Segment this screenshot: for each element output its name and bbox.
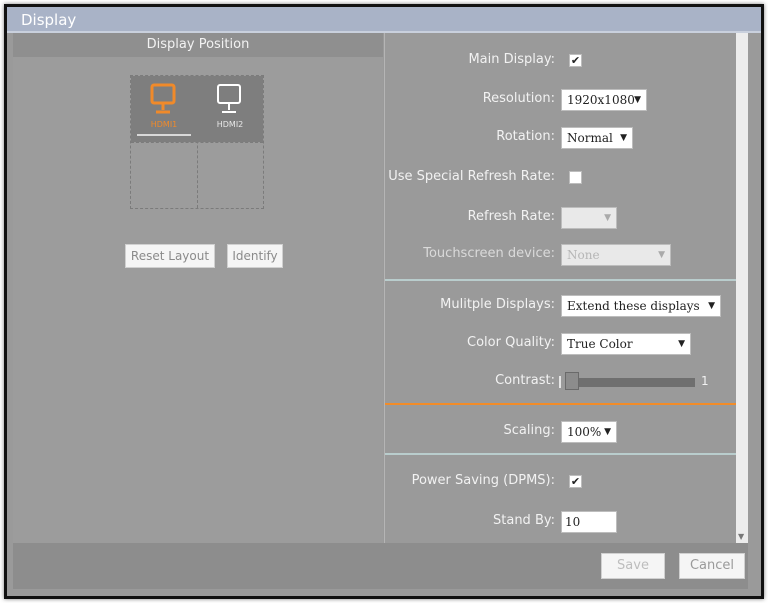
special-refresh-label: Use Special Refresh Rate: [388, 169, 555, 184]
main-display-label: Main Display: [468, 52, 555, 67]
chevron-down-icon: ▼ [708, 301, 715, 311]
touchscreen-label: Touchscreen device: [423, 246, 555, 261]
chevron-down-icon: ▼ [678, 339, 685, 349]
main-display-checkbox[interactable]: ✔ [569, 54, 582, 67]
stand-by-input[interactable]: 10 [561, 511, 617, 533]
main-display-row: Main Display: ✔ [385, 49, 737, 73]
resolution-label: Resolution: [482, 91, 555, 106]
settings-scrollbar[interactable]: ▼ [736, 33, 748, 543]
rotation-row: Rotation: Normal ▼ [385, 126, 737, 150]
multiple-displays-value: Extend these displays [567, 299, 700, 313]
power-saving-row: Power Saving (DPMS): ✔ [385, 470, 737, 494]
display-position-header: Display Position [13, 33, 383, 57]
display-layout-grid: HDMI1 HDMI2 [130, 75, 264, 209]
monitor-label: HDMI2 [216, 120, 244, 129]
rotation-select[interactable]: Normal ▼ [561, 127, 633, 149]
resolution-row: Resolution: 1920x1080 ▼ [385, 88, 737, 112]
monitor-hdmi1[interactable]: HDMI1 [131, 76, 197, 142]
refresh-rate-select[interactable]: ▼ [561, 207, 617, 229]
multiple-displays-select[interactable]: Extend these displays ▼ [561, 295, 721, 317]
display-settings-panel: Main Display: ✔ Resolution: 1920x1080 ▼ … [384, 33, 737, 543]
touchscreen-value: None [567, 248, 600, 262]
identify-button[interactable]: Identify [227, 244, 283, 268]
stand-by-row: Stand By: 10 [385, 510, 737, 534]
color-quality-row: Color Quality: True Color ▼ [385, 332, 737, 356]
special-refresh-row: Use Special Refresh Rate: [385, 166, 737, 190]
window-title: Display [7, 7, 761, 33]
contrast-slider-handle[interactable] [565, 372, 579, 390]
scaling-label: Scaling: [503, 423, 555, 438]
multiple-displays-label: Mulitple Displays: [440, 297, 555, 312]
scroll-down-icon[interactable]: ▼ [738, 532, 744, 541]
reset-layout-button[interactable]: Reset Layout [125, 244, 215, 268]
scaling-row: Scaling: 100% ▼ [385, 420, 737, 444]
color-quality-value: True Color [567, 337, 633, 351]
chevron-down-icon: ▼ [604, 427, 611, 437]
power-saving-checkbox[interactable]: ✔ [569, 475, 582, 488]
rotation-value: Normal [567, 131, 613, 145]
selected-indicator [137, 134, 191, 136]
contrast-max-label: 1 [701, 374, 709, 388]
touchscreen-select[interactable]: None ▼ [561, 244, 671, 266]
power-saving-label: Power Saving (DPMS): [411, 473, 555, 488]
scaling-select[interactable]: 100% ▼ [561, 421, 617, 443]
refresh-rate-label: Refresh Rate: [467, 209, 555, 224]
resolution-select[interactable]: 1920x1080 ▼ [561, 89, 647, 111]
multiple-displays-row: Mulitple Displays: Extend these displays… [385, 294, 737, 318]
contrast-slider-track[interactable] [565, 378, 695, 387]
display-dialog: Display Display Position HDMI1 HDMI2 Res… [4, 4, 764, 599]
monitor-icon [150, 83, 176, 114]
chevron-down-icon: ▼ [620, 133, 627, 143]
grid-divider [131, 142, 263, 143]
monitor-hdmi2[interactable]: HDMI2 [197, 76, 263, 142]
section-divider [385, 403, 737, 405]
cancel-button[interactable]: Cancel [679, 553, 745, 579]
color-quality-select[interactable]: True Color ▼ [561, 333, 691, 355]
chevron-down-icon: ▼ [604, 213, 611, 223]
display-position-panel: Display Position HDMI1 HDMI2 Reset Layou… [13, 33, 383, 543]
resolution-value: 1920x1080 [567, 93, 635, 107]
monitor-label: HDMI1 [150, 120, 178, 129]
stand-by-label: Stand By: [493, 513, 555, 528]
contrast-label: Contrast: [495, 373, 555, 388]
chevron-down-icon: ▼ [634, 95, 641, 105]
refresh-rate-row: Refresh Rate: ▼ [385, 206, 737, 230]
section-divider [385, 279, 737, 281]
contrast-row: Contrast: 1 [385, 370, 737, 394]
touchscreen-row: Touchscreen device: None ▼ [385, 243, 737, 267]
chevron-down-icon: ▼ [658, 250, 665, 260]
rotation-label: Rotation: [496, 129, 555, 144]
slider-min-tick [559, 376, 561, 388]
dialog-footer: Save Cancel [13, 543, 748, 589]
special-refresh-checkbox[interactable] [569, 171, 582, 184]
scaling-value: 100% [567, 425, 602, 439]
save-button[interactable]: Save [601, 553, 665, 579]
section-divider [385, 453, 737, 455]
color-quality-label: Color Quality: [467, 335, 555, 350]
monitor-icon [217, 84, 241, 113]
